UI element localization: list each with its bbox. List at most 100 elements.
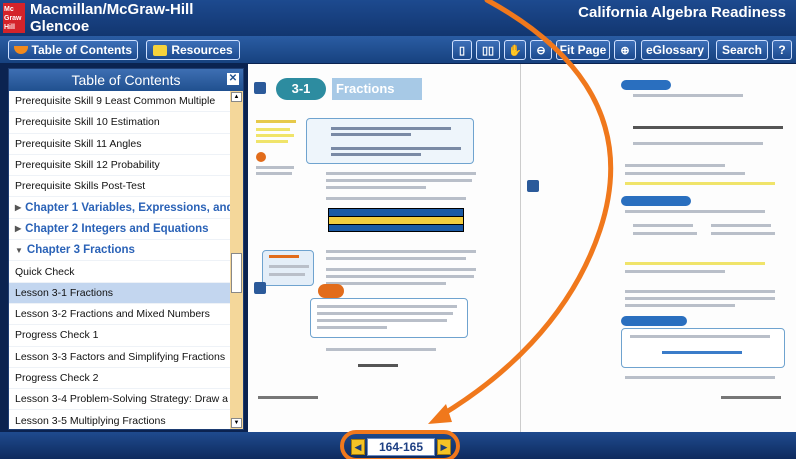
text-line — [331, 127, 451, 130]
toc-item[interactable]: Lesson 3-2 Fractions and Mixed Numbers — [9, 304, 231, 326]
talk-math-box — [310, 298, 468, 338]
what-why-box — [306, 118, 474, 164]
expand-right-icon[interactable]: ▶ — [15, 203, 21, 212]
text-line — [630, 335, 770, 338]
text-line — [662, 351, 742, 354]
vocab-line — [256, 140, 288, 143]
scroll-up-icon[interactable]: ▲ — [231, 92, 242, 102]
text-line — [326, 186, 426, 189]
vocab-line — [256, 134, 294, 137]
bookmark-icon[interactable] — [254, 82, 266, 94]
scroll-down-icon[interactable]: ▼ — [231, 418, 242, 428]
text-line — [317, 312, 453, 315]
previous-page-icon[interactable]: ◀ — [351, 439, 365, 455]
toc-button-label: Table of Contents — [31, 43, 132, 57]
resources-button-label: Resources — [171, 43, 233, 57]
toc-list: Prerequisite Skill 9 Least Common Multip… — [9, 91, 231, 429]
close-icon[interactable]: ✕ — [227, 73, 239, 85]
text-line — [633, 94, 743, 97]
toc-scrollbar[interactable]: ▲ ▼ — [230, 91, 243, 429]
table-of-contents-button[interactable]: Table of Contents — [8, 40, 138, 60]
hand-icon: ✋ — [508, 44, 522, 57]
single-page-icon: ▯ — [458, 44, 466, 57]
toc-chapter-item[interactable]: ▶ Chapter 1 Variables, Expressions, and — [9, 197, 231, 219]
mcgraw-hill-logo: Mc Graw Hill — [3, 3, 25, 33]
two-page-icon: ▯▯ — [481, 44, 495, 57]
page-number-display[interactable]: 164-165 — [367, 438, 435, 456]
toc-item[interactable]: Progress Check 1 — [9, 325, 231, 347]
toc-item[interactable]: Lesson 3-1 Fractions — [9, 282, 231, 304]
toc-item-label: Chapter 1 Variables, Expressions, and — [25, 201, 231, 214]
brand-imprint: Glencoe — [30, 18, 90, 35]
toc-item[interactable]: Prerequisite Skills Post-Test — [9, 176, 231, 198]
zoom-out-icon: ⊖ — [536, 44, 546, 57]
text-line — [317, 305, 457, 308]
toc-item[interactable]: Lesson 3-3 Factors and Simplifying Fract… — [9, 347, 231, 368]
text-line — [326, 172, 476, 175]
two-page-view-button[interactable]: ▯▯ — [476, 40, 500, 60]
text-line — [326, 348, 436, 351]
scrollbar-thumb[interactable] — [231, 253, 242, 293]
toc-item-label: Chapter 3 Fractions — [26, 244, 135, 257]
toolbar: Table of Contents Resources ▯ ▯▯ ✋ ⊖ Fit… — [0, 36, 796, 64]
text-line — [326, 275, 474, 278]
page-left: 3-1 Fractions — [248, 64, 520, 432]
toc-item-label: Prerequisite Skill 12 Probability — [15, 159, 160, 172]
toc-chapter-item[interactable]: ▼ Chapter 3 Fractions — [9, 240, 231, 262]
example-label — [621, 316, 687, 326]
bookmark-icon[interactable] — [254, 282, 266, 294]
pan-tool-button[interactable]: ✋ — [504, 40, 526, 60]
toc-chapter-item[interactable]: ▶ Chapter 2 Integers and Equations — [9, 219, 231, 241]
text-line — [256, 166, 294, 169]
book-viewer: 3-1 Fractions — [248, 64, 796, 432]
single-page-view-button[interactable]: ▯ — [452, 40, 472, 60]
text-line — [326, 250, 476, 253]
zoom-out-button[interactable]: ⊖ — [530, 40, 552, 60]
text-line — [633, 224, 693, 227]
zoom-in-button[interactable]: ⊕ — [614, 40, 636, 60]
eglossary-button[interactable]: eGlossary — [641, 40, 709, 60]
text-line — [625, 172, 745, 175]
text-line — [317, 326, 387, 329]
toc-item-label: Lesson 3-2 Fractions and Mixed Numbers — [15, 308, 210, 321]
toc-item[interactable]: Prerequisite Skill 9 Least Common Multip… — [9, 91, 231, 113]
text-line — [326, 268, 476, 271]
text-line — [326, 257, 466, 260]
toc-item-label: Prerequisite Skill 11 Angles — [15, 137, 142, 150]
next-page-icon[interactable]: ▶ — [437, 439, 451, 455]
lesson-number-badge: 3-1 — [276, 78, 326, 100]
help-button[interactable]: ? — [772, 40, 792, 60]
text-line — [625, 297, 775, 300]
toc-item[interactable]: Lesson 3-4 Problem-Solving Strategy: Dra… — [9, 389, 231, 411]
toc-item[interactable]: Quick Check — [9, 261, 231, 283]
toc-item-label: Lesson 3-5 Multiplying Fractions — [15, 414, 166, 427]
resources-button[interactable]: Resources — [146, 40, 240, 60]
expand-down-icon[interactable]: ▼ — [15, 246, 23, 255]
text-line — [625, 164, 725, 167]
toc-item-label: Lesson 3-1 Fractions — [15, 286, 114, 299]
fit-page-button[interactable]: Fit Page — [556, 40, 610, 60]
lesson-title: Fractions — [332, 78, 422, 100]
toc-item-label: Lesson 3-3 Factors and Simplifying Fract… — [15, 350, 226, 363]
toc-item[interactable]: Prerequisite Skill 11 Angles — [9, 134, 231, 155]
book-title: California Algebra Readiness — [578, 4, 786, 21]
toc-header: Table of Contents ✕ — [9, 69, 243, 91]
toc-item-label: Lesson 3-4 Problem-Solving Strategy: Dra… — [15, 393, 229, 406]
text-line — [269, 273, 305, 276]
study-tip-heading — [269, 255, 299, 258]
text-line — [256, 172, 292, 175]
text-line — [331, 133, 411, 136]
number-line — [633, 126, 783, 129]
toc-item[interactable]: Prerequisite Skill 12 Probability — [9, 155, 231, 177]
page-right — [520, 64, 796, 432]
bookmark-icon[interactable] — [527, 180, 539, 192]
search-button[interactable]: Search — [716, 40, 768, 60]
example-box — [621, 328, 785, 368]
toc-item[interactable]: Prerequisite Skill 10 Estimation — [9, 112, 231, 134]
toc-item[interactable]: Lesson 3-5 Multiplying Fractions — [9, 410, 231, 429]
text-line — [625, 376, 775, 379]
toc-item[interactable]: Progress Check 2 — [9, 368, 231, 390]
standard-icon — [256, 152, 266, 162]
eglossary-label: eGlossary — [645, 43, 705, 57]
expand-right-icon[interactable]: ▶ — [15, 224, 21, 233]
